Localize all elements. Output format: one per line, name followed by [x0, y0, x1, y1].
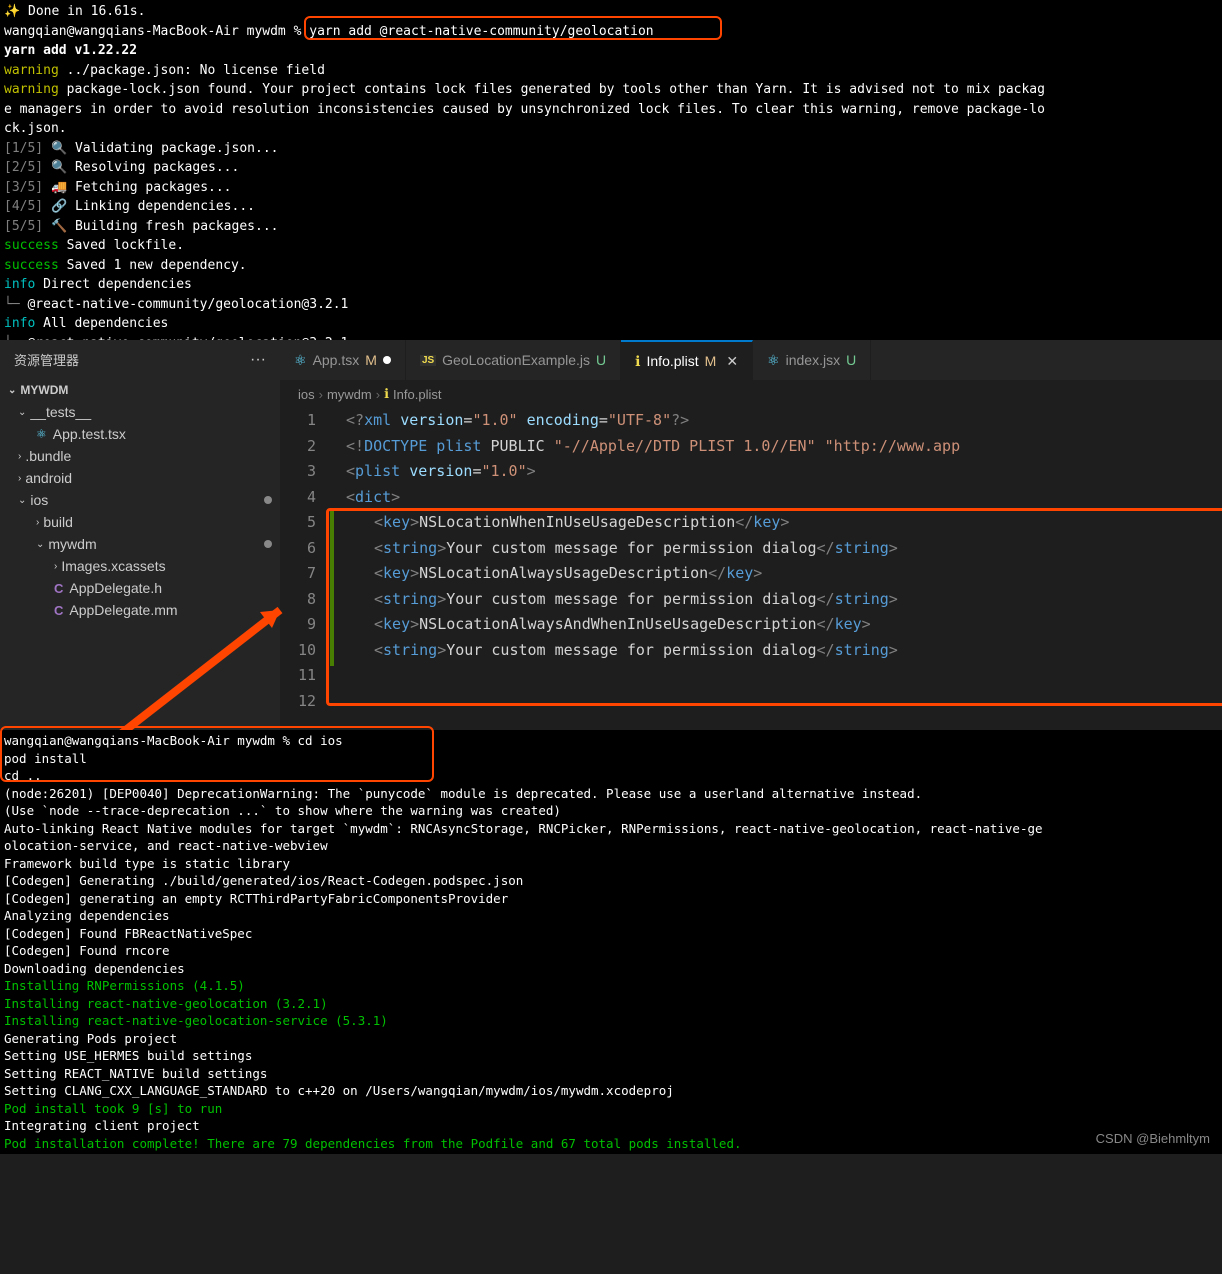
- chevron-icon: ⌄: [18, 495, 26, 506]
- file-icon: C: [54, 603, 63, 618]
- tab-label: App.tsx: [313, 352, 360, 368]
- explorer-sidebar: 资源管理器 ··· ⌄ MYWDM ⌄ __tests__ ⚛ App.test.ts…: [0, 340, 280, 730]
- tree-item-label: build: [43, 514, 73, 530]
- tree-item-label: AppDelegate.mm: [69, 602, 177, 618]
- tree-item[interactable]: C AppDelegate.mm: [0, 599, 280, 621]
- editor-tab[interactable]: ⚛ App.tsx M: [280, 340, 406, 380]
- breadcrumb-file: Info.plist: [393, 387, 441, 402]
- chevron-icon: ›: [54, 561, 57, 572]
- chevron-right-icon: ›: [319, 387, 323, 402]
- editor-tab[interactable]: ⚛ index.jsx U: [753, 340, 871, 380]
- editor-area: ⚛ App.tsx M JS GeoLocationExample.js Uℹ Info.p…: [280, 340, 1222, 730]
- terminal-output: wangqian@wangqians-MacBook-Air mywdm % c…: [4, 732, 1218, 1152]
- breadcrumb-part: ios: [298, 387, 315, 402]
- tree-item[interactable]: › Images.xcassets: [0, 555, 280, 577]
- editor-tab[interactable]: JS GeoLocationExample.js U: [406, 340, 621, 380]
- chevron-icon: ›: [36, 517, 39, 528]
- terminal-bottom[interactable]: wangqian@wangqians-MacBook-Air mywdm % c…: [0, 730, 1222, 1154]
- modified-dot-icon: [264, 496, 272, 504]
- modified-dot-icon: [264, 540, 272, 548]
- chevron-icon: ⌄: [36, 539, 44, 550]
- tree-item[interactable]: ⌄ mywdm: [0, 533, 280, 555]
- tab-status: M: [705, 353, 717, 369]
- tab-file-icon: ℹ: [635, 353, 640, 370]
- chevron-down-icon: ⌄: [8, 385, 16, 396]
- chevron-right-icon: ›: [376, 387, 380, 402]
- tree-item[interactable]: › android: [0, 467, 280, 489]
- tab-file-icon: ⚛: [294, 352, 307, 369]
- editor-tab[interactable]: ℹ Info.plist M ✕: [621, 340, 753, 380]
- terminal-top[interactable]: ✨ Done in 16.61s.wangqian@wangqians-MacB…: [0, 0, 1222, 340]
- chevron-icon: ›: [18, 451, 21, 462]
- breadcrumb-part: mywdm: [327, 387, 372, 402]
- tab-status: M: [365, 352, 377, 368]
- project-name: MYWDM: [20, 383, 68, 397]
- tree-item[interactable]: › .bundle: [0, 445, 280, 467]
- tree-item-label: AppDelegate.h: [69, 580, 162, 596]
- tab-file-icon: JS: [420, 355, 436, 366]
- chevron-icon: ›: [18, 473, 21, 484]
- tree-item[interactable]: › build: [0, 511, 280, 533]
- project-root[interactable]: ⌄ MYWDM: [0, 379, 280, 401]
- more-icon[interactable]: ···: [250, 351, 266, 369]
- file-icon: C: [54, 581, 63, 596]
- gutter: 123456789101112: [280, 408, 330, 714]
- tree-item[interactable]: ⌄ ios: [0, 489, 280, 511]
- tab-label: GeoLocationExample.js: [442, 352, 590, 368]
- tree-item-label: ios: [30, 492, 48, 508]
- tree-item[interactable]: C AppDelegate.h: [0, 577, 280, 599]
- terminal-output: ✨ Done in 16.61s.wangqian@wangqians-MacB…: [4, 2, 1218, 340]
- file-tree: ⌄ __tests__ ⚛ App.test.tsx › .bundle › android ⌄…: [0, 401, 280, 621]
- code-lines: <?xml version="1.0" encoding="UTF-8"?><!…: [334, 408, 1222, 714]
- tab-status: U: [846, 352, 856, 368]
- tree-item-label: .bundle: [25, 448, 71, 464]
- tree-item-label: Images.xcassets: [61, 558, 165, 574]
- unsaved-dot-icon: [383, 356, 391, 364]
- tree-item-label: __tests__: [30, 404, 91, 420]
- chevron-icon: ⌄: [18, 407, 26, 418]
- tree-item-label: mywdm: [48, 536, 96, 552]
- file-icon: ⚛: [36, 427, 47, 441]
- plist-icon: ℹ: [384, 386, 389, 402]
- tree-item[interactable]: ⚛ App.test.tsx: [0, 423, 280, 445]
- tree-item[interactable]: ⌄ __tests__: [0, 401, 280, 423]
- code-editor[interactable]: 123456789101112 <?xml version="1.0" enco…: [280, 408, 1222, 714]
- tree-item-label: App.test.tsx: [53, 426, 126, 442]
- tree-item-label: android: [25, 470, 72, 486]
- watermark: CSDN @Biehmltym: [1096, 1130, 1210, 1148]
- close-icon[interactable]: ✕: [726, 353, 738, 370]
- breadcrumb[interactable]: ios › mywdm › ℹ Info.plist: [280, 380, 1222, 408]
- tab-label: Info.plist: [647, 353, 699, 369]
- tab-file-icon: ⚛: [767, 352, 780, 369]
- editor-tabs: ⚛ App.tsx M JS GeoLocationExample.js Uℹ Info.p…: [280, 340, 1222, 380]
- tab-label: index.jsx: [786, 352, 840, 368]
- explorer-title: 资源管理器: [14, 350, 79, 369]
- vscode-window: 资源管理器 ··· ⌄ MYWDM ⌄ __tests__ ⚛ App.test.ts…: [0, 340, 1222, 730]
- tab-status: U: [596, 352, 606, 368]
- explorer-header: 资源管理器 ···: [0, 340, 280, 379]
